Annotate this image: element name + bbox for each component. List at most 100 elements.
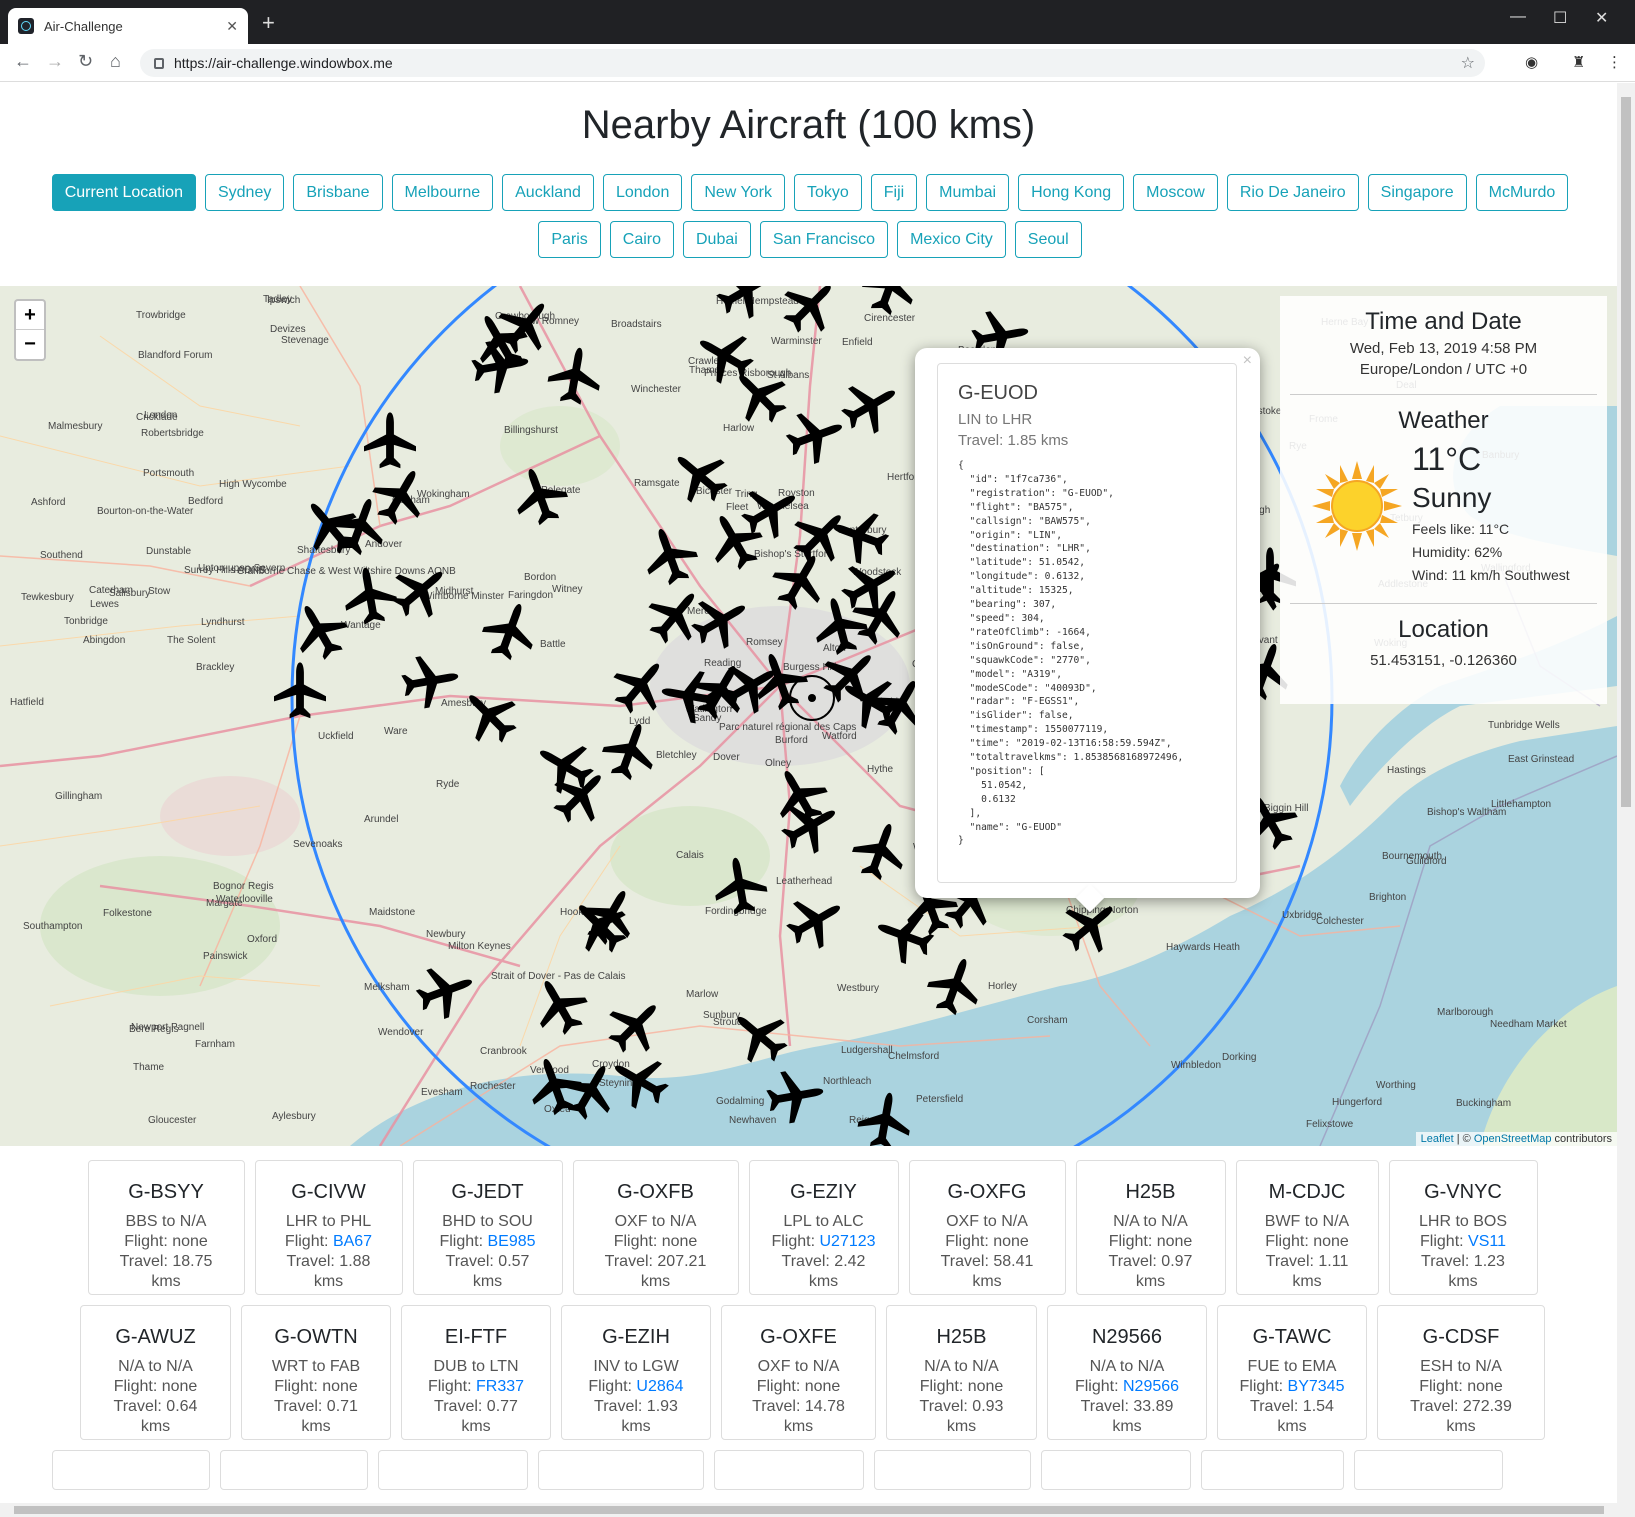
osm-link[interactable]: OpenStreetMap <box>1474 1133 1552 1145</box>
aircraft-card[interactable] <box>52 1450 210 1490</box>
aircraft-marker-icon[interactable] <box>778 884 853 958</box>
aircraft-card[interactable] <box>1041 1450 1191 1490</box>
aircraft-marker-icon[interactable] <box>274 662 326 719</box>
aircraft-card[interactable]: G-OWTN WRT to FAB Flight: none Travel: 0.71… <box>241 1305 391 1440</box>
aircraft-card[interactable]: G-EZIH INV to LGW Flight: U2864 Travel: 1.9… <box>561 1305 711 1440</box>
city-button-paris[interactable]: Paris <box>538 221 601 258</box>
aircraft-card[interactable]: EI-FTF DUB to LTN Flight: FR337 Travel: 0.7… <box>401 1305 551 1440</box>
aircraft-card[interactable]: G-CIVW LHR to PHL Flight: BA67 Travel: 1.88… <box>254 1160 403 1295</box>
aircraft-card[interactable]: H25B N/A to N/A Flight: none Travel: 0.93 k… <box>886 1305 1037 1440</box>
flight-link[interactable]: U27123 <box>819 1233 875 1250</box>
vertical-scrollbar[interactable] <box>1617 83 1635 1503</box>
zoom-out-button[interactable]: − <box>16 330 44 359</box>
aircraft-marker-icon[interactable] <box>561 887 638 964</box>
aircraft-card[interactable]: G-OXFG OXF to N/A Flight: none Travel: 58.4… <box>908 1160 1066 1295</box>
city-button-rio-de-janeiro[interactable]: Rio De Janeiro <box>1226 174 1359 211</box>
popup-close-button[interactable]: × <box>1243 352 1252 370</box>
aircraft-marker-icon[interactable] <box>476 595 545 666</box>
close-tab-icon[interactable]: ✕ <box>226 18 238 35</box>
leaflet-link[interactable]: Leaflet <box>1421 1133 1454 1145</box>
flight-value: none <box>161 1378 198 1395</box>
aircraft-card[interactable]: G-OXFB OXF to N/A Flight: none Travel: 207.… <box>572 1160 739 1295</box>
flight-link[interactable]: U2864 <box>636 1378 683 1395</box>
aircraft-card[interactable]: N29566 N/A to N/A Flight: N29566 Travel: 33… <box>1047 1305 1207 1440</box>
city-button-dubai[interactable]: Dubai <box>683 221 751 258</box>
aircraft-card[interactable] <box>538 1450 704 1490</box>
aircraft-marker-icon[interactable] <box>451 677 528 754</box>
aircraft-marker-icon[interactable] <box>773 789 848 863</box>
aircraft-card[interactable]: G-VNYC LHR to BOS Flight: VS11 Travel: 1.23… <box>1388 1160 1538 1295</box>
reload-icon[interactable]: ↻ <box>78 51 93 72</box>
back-icon[interactable]: ← <box>14 51 32 72</box>
new-tab-icon[interactable]: + <box>262 10 275 36</box>
aircraft-card[interactable]: G-AWUZ N/A to N/A Flight: none Travel: 0.64… <box>80 1305 231 1440</box>
aircraft-flight: Flight: none <box>101 1377 210 1397</box>
flight-link[interactable]: VS11 <box>1468 1233 1506 1250</box>
map-place-label: Robertsbridge <box>141 428 204 439</box>
city-button-moscow[interactable]: Moscow <box>1133 174 1218 211</box>
aircraft-card[interactable] <box>378 1450 528 1490</box>
city-button-mumbai[interactable]: Mumbai <box>926 174 1010 211</box>
cast-icon[interactable]: ◉ <box>1525 53 1538 71</box>
aircraft-marker-icon[interactable] <box>597 987 674 1064</box>
city-button-brisbane[interactable]: Brisbane <box>293 174 383 211</box>
city-button-mexico-city[interactable]: Mexico City <box>897 221 1006 258</box>
aircraft-card[interactable]: G-TAWC FUE to EMA Flight: BY7345 Travel: 1.… <box>1217 1305 1367 1440</box>
aircraft-card[interactable]: G-BSYY BBS to N/A Flight: none Travel: 18.7… <box>87 1160 245 1295</box>
city-button-cairo[interactable]: Cairo <box>609 221 674 258</box>
url-field[interactable]: https://air-challenge.windowbox.me ☆ <box>140 49 1485 77</box>
aircraft-card[interactable] <box>874 1450 1031 1490</box>
flight-link[interactable]: FR337 <box>476 1378 524 1395</box>
horizontal-scrollbar[interactable] <box>0 1503 1635 1517</box>
aircraft-marker-icon[interactable] <box>544 343 606 408</box>
flight-link[interactable]: BE985 <box>487 1233 535 1250</box>
aircraft-card[interactable] <box>1201 1450 1344 1490</box>
aircraft-card[interactable]: G-JEDT BHD to SOU Flight: BE985 Travel: 0.5… <box>412 1160 563 1295</box>
menu-icon[interactable]: ⋮ <box>1607 53 1622 71</box>
aircraft-marker-icon[interactable] <box>527 729 602 803</box>
flight-link[interactable]: N29566 <box>1123 1378 1179 1395</box>
city-button-san-francisco[interactable]: San Francisco <box>759 221 889 258</box>
aircraft-marker-icon[interactable] <box>410 956 481 1025</box>
aircraft-card[interactable]: M-CDJC BWF to N/A Flight: none Travel: 1.11… <box>1235 1160 1379 1295</box>
map[interactable]: OlneyBedfordSandyNewport PagnellBigglesw… <box>0 286 1617 1146</box>
aircraft-marker-icon[interactable] <box>780 401 851 470</box>
browser-tab[interactable]: Air-Challenge ✕ <box>8 8 248 44</box>
aircraft-card[interactable] <box>220 1450 368 1490</box>
city-button-current-location[interactable]: Current Location <box>51 174 196 211</box>
city-button-mcmurdo[interactable]: McMurdo <box>1475 174 1569 211</box>
aircraft-card[interactable]: G-OXFE OXF to N/A Flight: none Travel: 14.7… <box>721 1305 876 1440</box>
forward-icon[interactable]: → <box>46 51 64 72</box>
bookmark-star-icon[interactable]: ☆ <box>1461 53 1475 73</box>
aircraft-marker-icon[interactable] <box>824 501 895 570</box>
aircraft-marker-icon[interactable] <box>542 757 619 834</box>
flight-link[interactable]: BA67 <box>333 1233 372 1250</box>
aircraft-card[interactable] <box>714 1450 864 1490</box>
aircraft-card[interactable]: H25B N/A to N/A Flight: none Travel: 0.97 k… <box>1075 1160 1226 1295</box>
city-button-new-york[interactable]: New York <box>691 174 785 211</box>
aircraft-marker-icon[interactable] <box>846 815 915 886</box>
maximize-icon[interactable]: ☐ <box>1553 8 1567 28</box>
flight-link[interactable]: BY7345 <box>1288 1378 1345 1395</box>
aircraft-card[interactable]: G-EZIY LPL to ALC Flight: U27123 Travel: 2.… <box>748 1160 899 1295</box>
city-button-london[interactable]: London <box>602 174 683 211</box>
zoom-in-button[interactable]: + <box>16 301 44 330</box>
city-button-hong-kong[interactable]: Hong Kong <box>1018 174 1125 211</box>
aircraft-card[interactable] <box>1354 1450 1503 1490</box>
aircraft-marker-icon[interactable] <box>635 520 704 591</box>
aircraft-card[interactable]: G-CDSF ESH to N/A Flight: none Travel: 272.… <box>1377 1305 1545 1440</box>
city-button-sydney[interactable]: Sydney <box>204 174 285 211</box>
city-button-tokyo[interactable]: Tokyo <box>793 174 862 211</box>
city-button-seoul[interactable]: Seoul <box>1014 221 1082 258</box>
aircraft-marker-icon[interactable] <box>833 369 908 443</box>
city-button-singapore[interactable]: Singapore <box>1367 174 1467 211</box>
map-place-label: Worthing <box>1376 1080 1416 1091</box>
home-icon[interactable]: ⌂ <box>110 51 121 72</box>
aircraft-registration: H25B <box>1125 1181 1176 1203</box>
city-button-fiji[interactable]: Fiji <box>870 174 918 211</box>
city-button-auckland[interactable]: Auckland <box>502 174 594 211</box>
minimize-icon[interactable]: — <box>1510 8 1526 26</box>
extension-icon[interactable]: ♜ <box>1572 53 1585 71</box>
city-button-melbourne[interactable]: Melbourne <box>391 174 494 211</box>
close-window-icon[interactable]: ✕ <box>1595 8 1608 28</box>
